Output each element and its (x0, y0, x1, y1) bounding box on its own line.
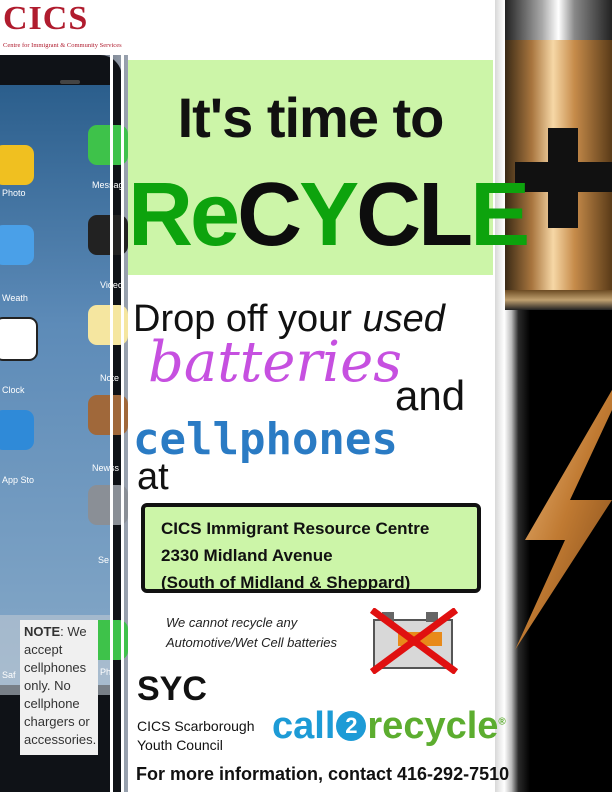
app-label: Newss (92, 463, 120, 473)
phone-speaker (60, 80, 80, 84)
syc-subtitle: CICS Scarborough Youth Council (137, 717, 255, 755)
address-line: CICS Immigrant Resource Centre (161, 519, 430, 538)
note-text: : We accept cellphones only. No cellphon… (24, 624, 97, 747)
battery-cap (505, 0, 612, 40)
address-box: CICS Immigrant Resource Centre 2330 Midl… (141, 503, 481, 593)
syc-subtitle-line: CICS Scarborough (137, 718, 255, 734)
app-label: Clock (2, 385, 25, 395)
battery-band (505, 290, 612, 310)
cics-logo-subtitle: Centre for Immigrant & Community Service… (3, 42, 122, 49)
car-battery-crossed-icon (369, 608, 459, 674)
recycle-letter: L (418, 165, 473, 265)
app-label: Saf (2, 670, 16, 680)
app-label: App Sto (2, 475, 35, 485)
app-label: Photo (2, 188, 26, 198)
plus-icon (515, 128, 612, 228)
recycle-letters: Re (128, 165, 240, 265)
lightning-bolt-icon (515, 390, 612, 650)
wet-cell-notice: We cannot recycle any Automotive/Wet Cel… (166, 613, 376, 653)
headline-recycle: ReCYCLE (128, 170, 530, 260)
cics-logo: CICS Centre for Immigrant & Community Se… (3, 0, 123, 50)
address-line: 2330 Midland Avenue (161, 546, 333, 565)
app-label: Se (98, 555, 110, 565)
call2recycle-logo: call 2 recycle® (272, 705, 506, 748)
recycle-letter: C (237, 165, 302, 265)
call2recycle-recycle: recycle (367, 705, 499, 747)
notice-line: Automotive/Wet Cell batteries (166, 635, 337, 650)
cics-logo-text: CICS (3, 0, 89, 37)
note-label: NOTE (24, 624, 61, 639)
clock-app-icon (0, 317, 38, 361)
app-label: Messag (92, 180, 124, 190)
divider-line (121, 55, 124, 792)
call2recycle-two: 2 (336, 711, 367, 741)
recycle-letter: E (470, 165, 530, 265)
recycle-letter: Y (299, 165, 359, 265)
recycle-letter: C (356, 165, 421, 265)
note-box: NOTE: We accept cellphones only. No cell… (20, 620, 98, 755)
cellphones-text: cellphones (133, 414, 398, 465)
and-text: and (395, 372, 466, 419)
weather-app-icon (0, 225, 34, 265)
contact-info: For more information, contact 416-292-75… (136, 764, 510, 784)
headline-time-to: It's time to (177, 86, 445, 149)
notice-line: We cannot recycle any (166, 615, 298, 630)
app-label: Weath (2, 293, 28, 303)
syc-subtitle-line: Youth Council (137, 737, 223, 753)
syc-title: SYC (137, 670, 207, 708)
call2recycle-reg: ® (498, 716, 506, 728)
battery-illustration (495, 0, 612, 792)
call2recycle-call: call (272, 705, 336, 747)
batteries-text: batteries (148, 330, 402, 395)
photos-app-icon (0, 145, 34, 185)
divider-line (110, 55, 113, 792)
app-store-icon (0, 410, 34, 450)
address-line: (South of Midland & Sheppard) (161, 573, 411, 592)
